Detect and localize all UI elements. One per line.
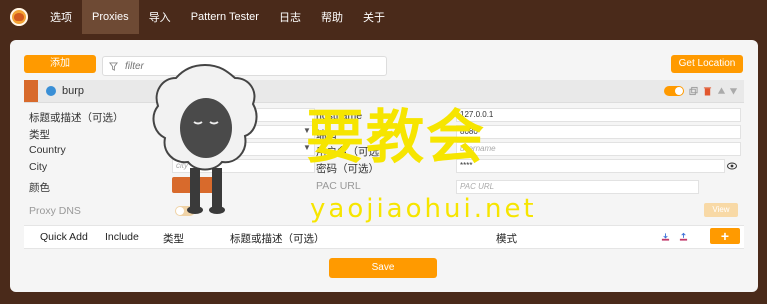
tab-log[interactable]: 日志 [269, 0, 311, 34]
watermark-url: yaojiaohui.net [310, 194, 537, 224]
tab-proxies[interactable]: Proxies [82, 0, 139, 34]
view-pac-button[interactable]: View [704, 203, 738, 217]
password-input[interactable]: **** [456, 159, 725, 173]
color-label: 颜色 [29, 182, 50, 194]
port-input[interactable]: 8080 [456, 125, 741, 139]
proxy-enable-toggle[interactable] [664, 86, 684, 96]
get-location-button[interactable]: Get Location [671, 55, 743, 73]
proxy-color-bar [24, 80, 38, 102]
hostname-input[interactable]: 127.0.0.1 [456, 108, 741, 122]
foxyproxy-logo [10, 8, 28, 26]
tab-help[interactable]: 帮助 [311, 0, 353, 34]
country-label: Country [29, 144, 66, 156]
title-label: 标题或描述（可选） [29, 112, 124, 124]
show-password-icon[interactable] [727, 162, 737, 170]
col-title: 标题或描述（可选） [230, 233, 325, 245]
globe-icon [46, 86, 56, 96]
col-quick-add: Quick Add [40, 231, 88, 243]
add-proxy-button[interactable]: 添加 [24, 55, 96, 73]
pac-url-input[interactable]: PAC URL [456, 180, 699, 194]
tab-import[interactable]: 导入 [139, 0, 181, 34]
pac-url-label: PAC URL [316, 180, 361, 192]
watermark-text: 要教会 [306, 103, 487, 171]
add-pattern-button[interactable]: + [710, 228, 740, 244]
copy-icon[interactable] [689, 86, 698, 96]
patterns-header: Quick Add Include 类型 标题或描述（可选） 模式 + [24, 225, 744, 249]
delete-icon[interactable] [703, 86, 712, 96]
username-input[interactable]: username [456, 142, 741, 156]
move-down-icon[interactable] [729, 86, 738, 96]
sheep-watermark-icon [152, 63, 258, 214]
tab-options[interactable]: 选项 [40, 0, 82, 34]
col-type: 类型 [163, 233, 184, 245]
tab-about[interactable]: 关于 [353, 0, 395, 34]
tab-pattern-tester[interactable]: Pattern Tester [181, 0, 269, 34]
col-pattern: 模式 [496, 233, 517, 245]
move-up-icon[interactable] [717, 86, 726, 96]
filter-icon [109, 61, 118, 71]
type-label: 类型 [29, 129, 50, 141]
top-nav: 选项 Proxies 导入 Pattern Tester 日志 帮助 关于 [0, 0, 767, 34]
save-button[interactable]: Save [329, 258, 437, 278]
import-icon[interactable] [661, 232, 670, 242]
export-icon[interactable] [679, 232, 688, 242]
col-include: Include [105, 231, 139, 243]
proxy-title: burp [62, 85, 85, 97]
proxy-dns-label: Proxy DNS [29, 205, 81, 217]
city-label: City [29, 161, 48, 173]
